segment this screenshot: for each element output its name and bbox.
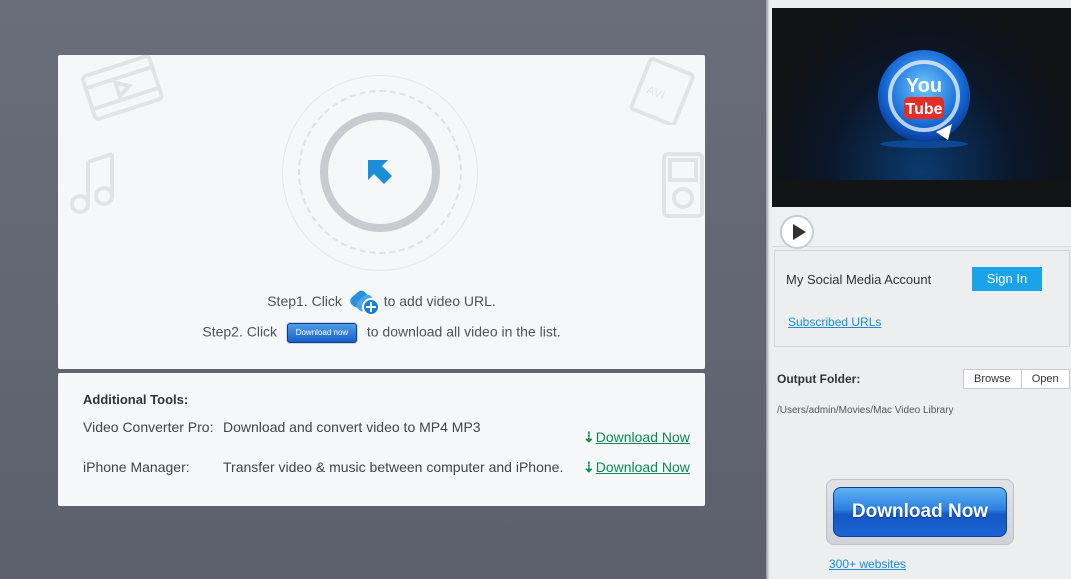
social-media-panel: My Social Media Account Sign In Subscrib…	[774, 250, 1070, 347]
output-folder-label: Output Folder:	[777, 372, 861, 386]
step1-instruction: Step1. Click to add video URL.	[58, 285, 705, 320]
video-preview-image: You Tube	[772, 8, 1071, 180]
step1-prefix: Step1. Click	[267, 293, 342, 310]
add-url-icon[interactable]	[346, 285, 380, 320]
film-strip-icon	[81, 55, 164, 121]
logo-text-you: You	[906, 75, 942, 97]
sign-in-button[interactable]: Sign In	[972, 267, 1042, 291]
drop-area-card[interactable]: AVI Step1. Click to add video URL. Step2…	[58, 55, 705, 369]
tool-description: Download and convert video to MP4 MP3	[223, 419, 481, 435]
download-now-button[interactable]: Download Now	[833, 487, 1007, 537]
tool-link-label: Download Now	[595, 429, 690, 445]
step1-suffix: to add video URL.	[383, 293, 496, 310]
video-converter-download-link[interactable]: ⇣Download Now	[583, 429, 690, 446]
download-arrow-icon: ⇣	[583, 459, 595, 475]
step2-prefix: Step2. Click	[202, 323, 278, 340]
tool-link-label: Download Now	[595, 459, 690, 475]
youtube-downloader-logo: You Tube	[878, 50, 970, 148]
tool-description: Transfer video & music between computer …	[223, 459, 564, 475]
additional-tools-title: Additional Tools:	[83, 392, 189, 407]
avi-file-icon: AVI	[629, 57, 695, 125]
play-icon[interactable]	[780, 215, 814, 249]
subscribed-urls-link[interactable]: Subscribed URLs	[788, 315, 881, 329]
svg-text:AVI: AVI	[645, 83, 667, 103]
output-folder-path: /Users/admin/Movies/Mac Video Library	[777, 405, 954, 416]
output-folder-buttons: Browse Open	[963, 369, 1070, 389]
music-note-icon	[70, 152, 114, 214]
ipod-icon	[662, 152, 704, 218]
tool-name: iPhone Manager:	[83, 459, 190, 475]
iphone-manager-download-link[interactable]: ⇣Download Now	[583, 459, 690, 476]
additional-tools-panel: Additional Tools: Video Converter Pro: D…	[58, 373, 705, 506]
logo-text-tube: Tube	[905, 101, 942, 118]
download-now-frame: Download Now	[826, 479, 1014, 545]
download-arrow-icon: ⇣	[583, 429, 595, 445]
paste-url-button[interactable]	[320, 112, 440, 232]
player-controls	[772, 207, 1071, 249]
step2-suffix: to download all video in the list.	[366, 323, 561, 340]
tool-name: Video Converter Pro:	[83, 419, 214, 435]
right-sidebar: You Tube My Social Media Account Sign In…	[770, 0, 1071, 579]
inline-download-now-button[interactable]: Download now	[286, 323, 357, 343]
supported-websites-link[interactable]: 300+ websites	[829, 557, 906, 571]
browse-button[interactable]: Browse	[963, 369, 1022, 389]
step2-instruction: Step2. Click Download now to download al…	[58, 323, 705, 343]
social-account-label: My Social Media Account	[786, 272, 932, 287]
video-preview[interactable]: You Tube	[772, 8, 1071, 207]
arrow-up-left-icon	[368, 160, 392, 184]
open-folder-button[interactable]: Open	[1021, 369, 1070, 389]
